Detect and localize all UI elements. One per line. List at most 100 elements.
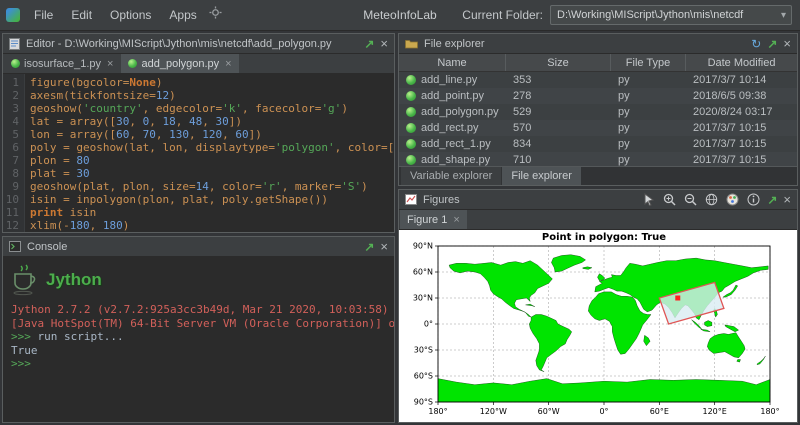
figures-panel: Figures ↗ × Figure 1 × 180° 120°W 60°W 0° 60… [398, 189, 798, 423]
svg-text:60°W: 60°W [538, 407, 560, 416]
console-lines: >>> run script... True >>> [11, 330, 386, 371]
zoom-out-icon[interactable] [683, 192, 698, 207]
column-header-size[interactable]: Size [506, 54, 611, 71]
code-line: poly = geoshow(lat, lon, displaytype='po… [30, 141, 394, 154]
line-number: 9 [12, 180, 19, 193]
table-row[interactable]: add_point.py 278 py 2018/6/5 09:38 [399, 88, 797, 104]
file-explorer-header: File explorer ↻ ↗ × [399, 34, 797, 54]
file-size-cell: 834 [513, 138, 532, 150]
column-header-name[interactable]: Name [399, 54, 506, 71]
editor-panel: Editor - D:\Working\MIScript\Jython\mis\… [2, 33, 395, 233]
column-header-file-type[interactable]: File Type [611, 54, 686, 71]
menu-options[interactable]: Options [101, 6, 160, 24]
tab-file-explorer[interactable]: File explorer [502, 167, 581, 185]
file-size-cell: 710 [513, 154, 532, 166]
current-folder-value: D:\Working\MIScript\Jython\mis\netcdf [557, 9, 744, 21]
line-number-gutter: 1 2 3 4 5 6 7 8 9 10 11 12 [3, 74, 25, 232]
file-explorer-title: File explorer [424, 37, 485, 50]
table-row[interactable]: add_line.py 353 py 2017/3/7 10:14 [399, 72, 797, 88]
float-panel-icon[interactable]: ↗ [767, 194, 777, 206]
figure-area: 180° 120°W 60°W 0° 60°E 120°E 180° 90°N 60°N 30°N… [399, 230, 797, 422]
svg-text:Point in polygon: True: Point in polygon: True [542, 232, 666, 243]
file-type-cell: py [618, 122, 630, 134]
float-panel-icon[interactable]: ↗ [364, 38, 374, 50]
coffee-cup-icon [13, 264, 36, 296]
current-folder-combo[interactable]: D:\Working\MIScript\Jython\mis\netcdf ▾ [550, 5, 792, 25]
file-name-cell: add_rect.py [399, 120, 506, 136]
svg-text:180°: 180° [760, 407, 779, 416]
globe-icon[interactable] [704, 192, 719, 207]
python-file-icon [406, 91, 416, 101]
menu-bar: File Edit Options Apps MeteoInfoLab Current… [0, 0, 800, 31]
svg-text:60°N: 60°N [413, 268, 433, 277]
figures-header: Figures ↗ × [399, 190, 797, 210]
chart-icon [405, 194, 417, 205]
float-panel-icon[interactable]: ↗ [767, 38, 777, 50]
close-panel-icon[interactable]: × [380, 37, 388, 50]
svg-text:60°S: 60°S [414, 372, 433, 381]
console-title: Console [27, 240, 68, 253]
python-file-icon [406, 123, 416, 133]
line-number: 4 [12, 115, 19, 128]
code-lines: figure(bgcolor=None) axesm(tickfontsize=1… [25, 74, 394, 232]
line-number: 1 [12, 76, 19, 89]
file-date-cell: 2017/3/7 10:15 [693, 138, 767, 150]
select-arrow-icon[interactable] [641, 192, 656, 207]
editor-icon [9, 37, 20, 50]
code-editor[interactable]: 1 2 3 4 5 6 7 8 9 10 11 12 figure(bgcolor=None) axes… [3, 74, 394, 232]
menu-file[interactable]: File [25, 6, 62, 24]
code-line: geoshow('country', edgecolor='k', faceco… [30, 102, 348, 115]
editor-tab-add_polygon.py[interactable]: add_polygon.py × [121, 54, 239, 73]
tab-close-icon[interactable]: × [107, 58, 113, 70]
settings-icon[interactable] [209, 6, 222, 24]
tab-close-icon[interactable]: × [225, 58, 231, 70]
close-panel-icon[interactable]: × [783, 193, 791, 206]
float-panel-icon[interactable]: ↗ [364, 241, 374, 253]
close-panel-icon[interactable]: × [380, 240, 388, 253]
close-panel-icon[interactable]: × [783, 37, 791, 50]
console-line: >>> run script... [11, 330, 124, 343]
column-header-date-modified[interactable]: Date Modified [686, 54, 797, 71]
zoom-in-icon[interactable] [662, 192, 677, 207]
figure-canvas[interactable]: 180° 120°W 60°W 0° 60°E 120°E 180° 90°N 60°N 30°N… [400, 231, 796, 421]
svg-text:60°E: 60°E [650, 407, 669, 416]
folder-icon [405, 38, 418, 49]
tab-variable-explorer[interactable]: Variable explorer [401, 167, 502, 185]
file-date-cell: 2017/3/7 10:15 [693, 154, 767, 166]
code-line: figure(bgcolor=None) [30, 76, 163, 89]
file-table-header: Name Size File Type Date Modified [399, 54, 797, 72]
tab-close-icon[interactable]: × [453, 214, 459, 226]
table-row[interactable]: add_shape.py 710 py 2017/3/7 10:15 [399, 152, 797, 166]
info-icon[interactable] [746, 192, 761, 207]
code-line: geoshow(plat, plon, size=14, color='r', … [30, 180, 368, 193]
svg-text:0°: 0° [599, 407, 608, 416]
figure-tab-bar: Figure 1 × [399, 210, 797, 230]
window-title: MeteoInfoLab [363, 8, 437, 22]
code-line: print isin [30, 206, 97, 219]
console-banner: Jython 2.7.2 (v2.7.2:925a3cc3b49d, Mar 2… [11, 303, 394, 330]
line-number: 11 [5, 206, 19, 219]
jython-logo: Jython [11, 260, 386, 300]
editor-tab-isosurface_1.py[interactable]: isosurface_1.py × [4, 54, 121, 73]
figure-tab[interactable]: Figure 1 × [400, 210, 467, 229]
tab-label: isosurface_1.py [24, 57, 102, 70]
code-line: plon = 80 [30, 154, 90, 167]
file-date-cell: 2017/3/7 10:14 [693, 74, 767, 86]
table-row[interactable]: add_rect.py 570 py 2017/3/7 10:15 [399, 120, 797, 136]
palette-icon[interactable] [725, 192, 740, 207]
line-number: 2 [12, 89, 19, 102]
code-line: xlim(-180, 180) [30, 219, 130, 232]
svg-text:30°N: 30°N [413, 294, 433, 303]
menu-edit[interactable]: Edit [62, 6, 101, 24]
menu-apps[interactable]: Apps [160, 6, 205, 24]
refresh-icon[interactable]: ↻ [751, 38, 761, 50]
line-number: 8 [12, 167, 19, 180]
editor-tab-bar: isosurface_1.py × add_polygon.py × [3, 54, 394, 74]
file-size-cell: 278 [513, 90, 532, 102]
chevron-down-icon[interactable]: ▾ [781, 10, 786, 21]
svg-text:180°: 180° [428, 407, 447, 416]
table-row[interactable]: add_polygon.py 529 py 2020/8/24 03:17 [399, 104, 797, 120]
svg-text:90°N: 90°N [413, 242, 433, 251]
table-row[interactable]: add_rect_1.py 834 py 2017/3/7 10:15 [399, 136, 797, 152]
console-output[interactable]: Jython Jython 2.7.2 (v2.7.2:925a3cc3b49d… [3, 257, 394, 422]
